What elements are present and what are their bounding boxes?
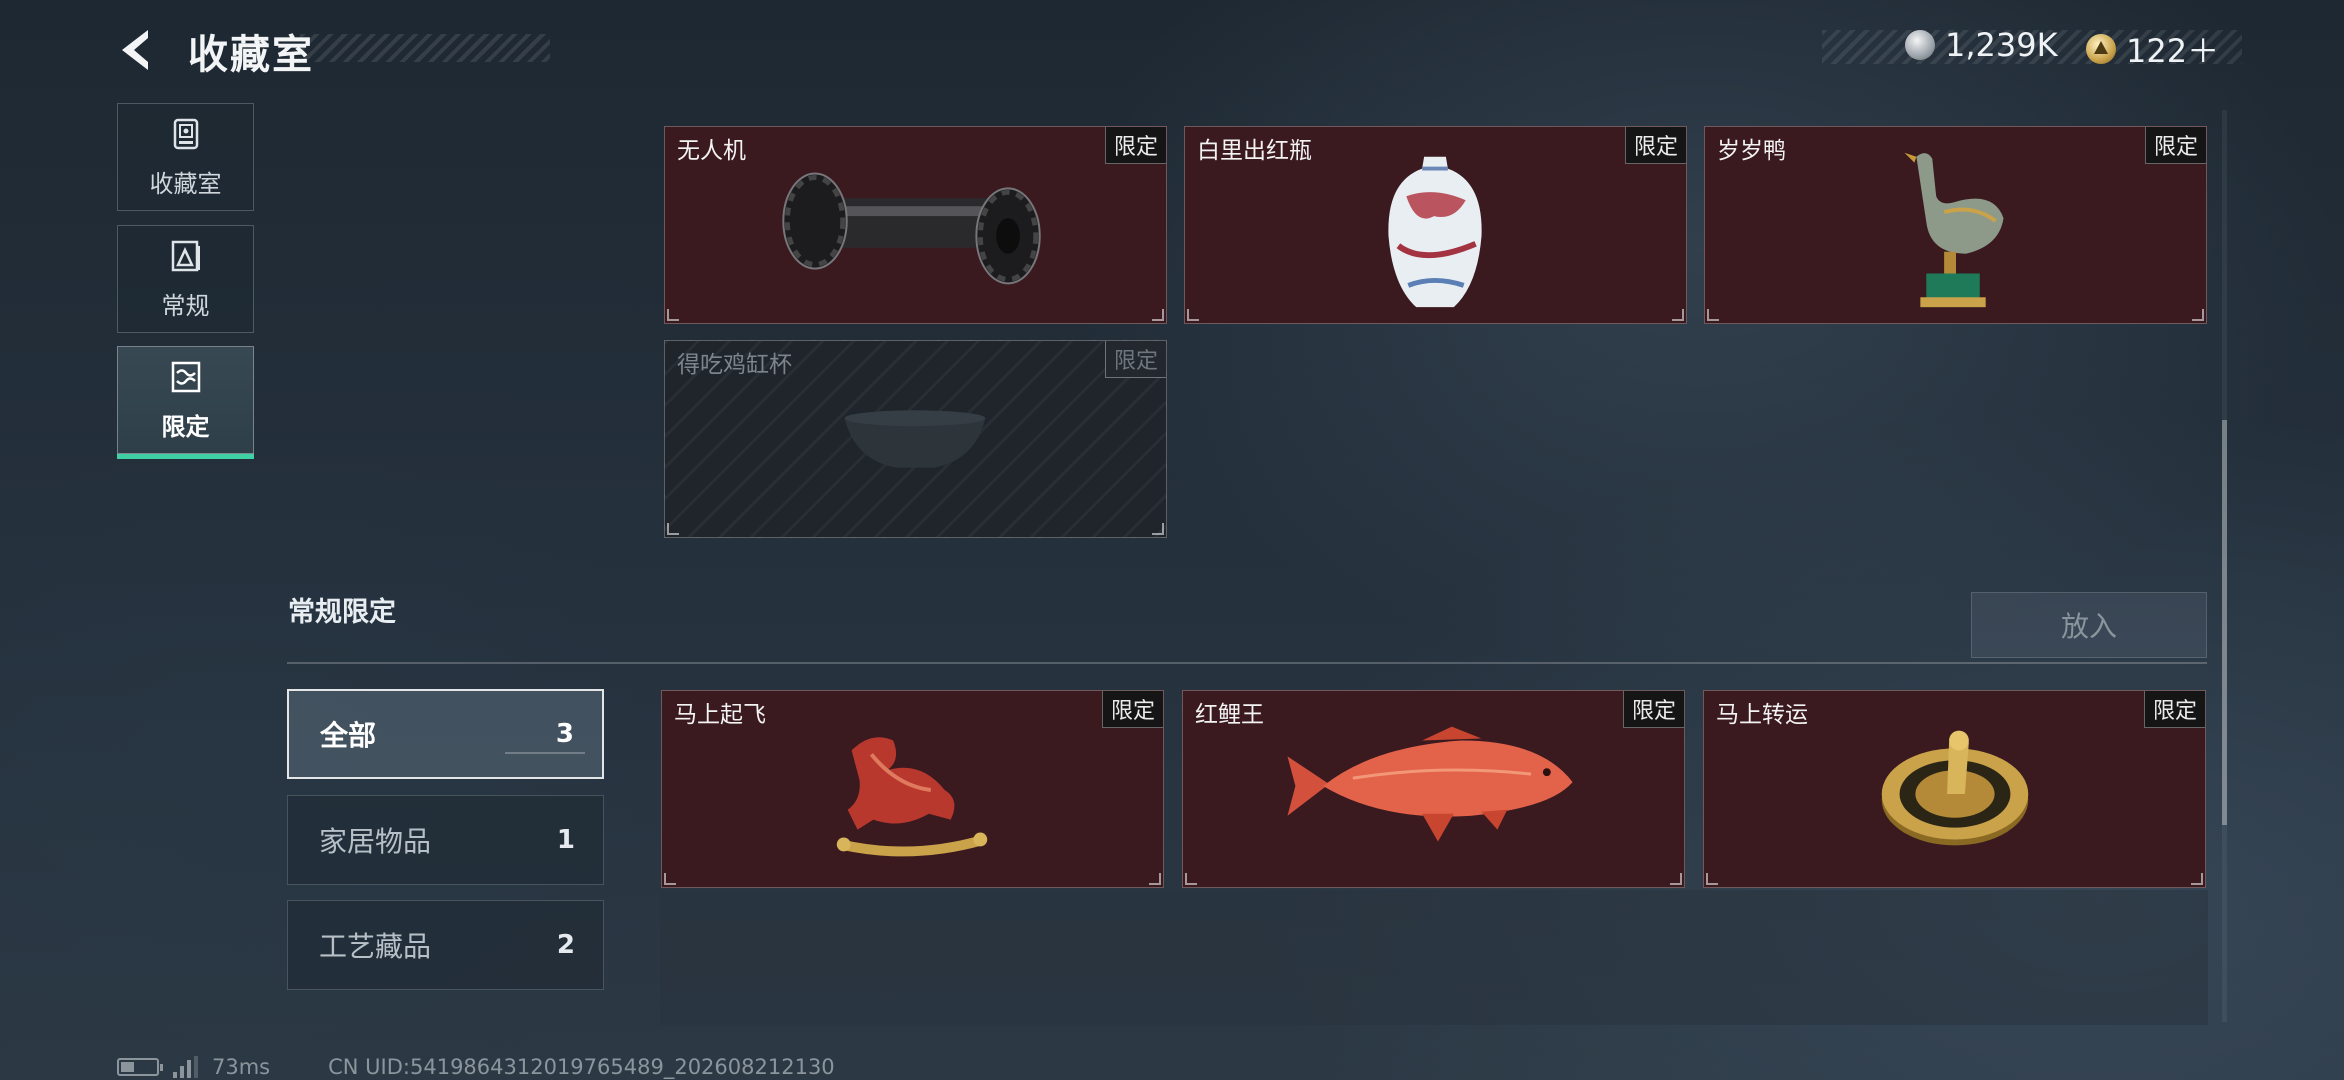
limited-badge: 限定 (1104, 341, 1166, 378)
card-name: 得吃鸡缸杯 (677, 352, 792, 378)
filter-label: 工艺藏品 (319, 930, 432, 963)
card-name: 红鲤王 (1195, 702, 1264, 728)
collection-room-icon (173, 118, 198, 149)
card-name: 岁岁鸭 (1717, 138, 1786, 164)
limited-badge: 限定 (2144, 127, 2206, 164)
nav-tab-regular[interactable]: 常规 (117, 225, 254, 333)
card-name: 白里出红瓶 (1197, 138, 1312, 164)
silver-currency-value: 1,239K (1945, 26, 2058, 64)
filter-label: 家居物品 (319, 825, 432, 858)
collection-card-horse[interactable]: 马上起飞 限定 (661, 690, 1164, 888)
signal-icon (173, 1056, 198, 1078)
page-title: 收藏室 (188, 32, 314, 78)
top-bar: 收藏室 1,239K 122＋ (0, 0, 2344, 100)
card-name: 马上转运 (1716, 702, 1808, 728)
collection-card-cup-locked[interactable]: 得吃鸡缸杯 限定 (664, 340, 1167, 538)
collection-card-drone[interactable]: 无人机 限定 (664, 126, 1167, 324)
filter-label: 全部 (320, 719, 377, 752)
put-in-button[interactable]: 放入 (1971, 592, 2207, 658)
filter-all[interactable]: 全部 3 (287, 689, 604, 779)
limited-badge: 限定 (1622, 691, 1684, 728)
nav-label-collection-room: 收藏室 (149, 169, 222, 198)
uid-text: CN UID:5419864312019765489_202608212130 (328, 1055, 835, 1079)
card-name: 马上起飞 (674, 702, 766, 728)
card-name: 无人机 (677, 138, 746, 164)
battery-icon (117, 1058, 163, 1076)
nav-tab-limited[interactable]: 限定 (117, 346, 254, 459)
nav-label-limited: 限定 (161, 412, 210, 441)
regular-icon (171, 240, 200, 271)
back-arrow-icon[interactable] (112, 24, 164, 76)
filter-home-items[interactable]: 家居物品 1 (287, 795, 604, 885)
collection-card-golden-compass[interactable]: 马上转运 限定 (1703, 690, 2206, 888)
collection-card-duck[interactable]: 岁岁鸭 限定 (1704, 126, 2207, 324)
filter-crafts[interactable]: 工艺藏品 2 (287, 900, 604, 990)
limited-badge: 限定 (1101, 691, 1163, 728)
gold-currency-value: 122＋ (2126, 32, 2220, 70)
gold-coin-icon (2086, 34, 2116, 64)
ping-value: 73ms (212, 1055, 271, 1079)
section-divider (287, 662, 2207, 664)
silver-coin-icon (1905, 30, 1935, 60)
filter-decoration (505, 752, 585, 754)
filter-count: 2 (556, 930, 575, 960)
limited-badge: 限定 (1624, 127, 1686, 164)
silver-currency: 1,239K (1905, 26, 2058, 64)
nav-tab-collection-room[interactable]: 收藏室 (117, 103, 254, 211)
filter-count: 1 (556, 825, 575, 855)
gold-currency[interactable]: 122＋ (2086, 26, 2219, 72)
section-title: 常规限定 (288, 597, 396, 628)
status-bar: 73ms CN UID:5419864312019765489_20260821… (117, 1055, 835, 1079)
scrollbar-thumb[interactable] (2222, 420, 2227, 825)
limited-badge: 限定 (2143, 691, 2205, 728)
nav-label-regular: 常规 (161, 291, 210, 320)
title-decoration (300, 34, 550, 62)
collection-card-red-carp[interactable]: 红鲤王 限定 (1182, 690, 1685, 888)
filter-count: 3 (555, 719, 574, 749)
limited-badge: 限定 (1104, 127, 1166, 164)
limited-icon (171, 361, 200, 392)
empty-grid-area (660, 890, 2208, 1025)
collection-card-vase[interactable]: 白里出红瓶 限定 (1184, 126, 1687, 324)
